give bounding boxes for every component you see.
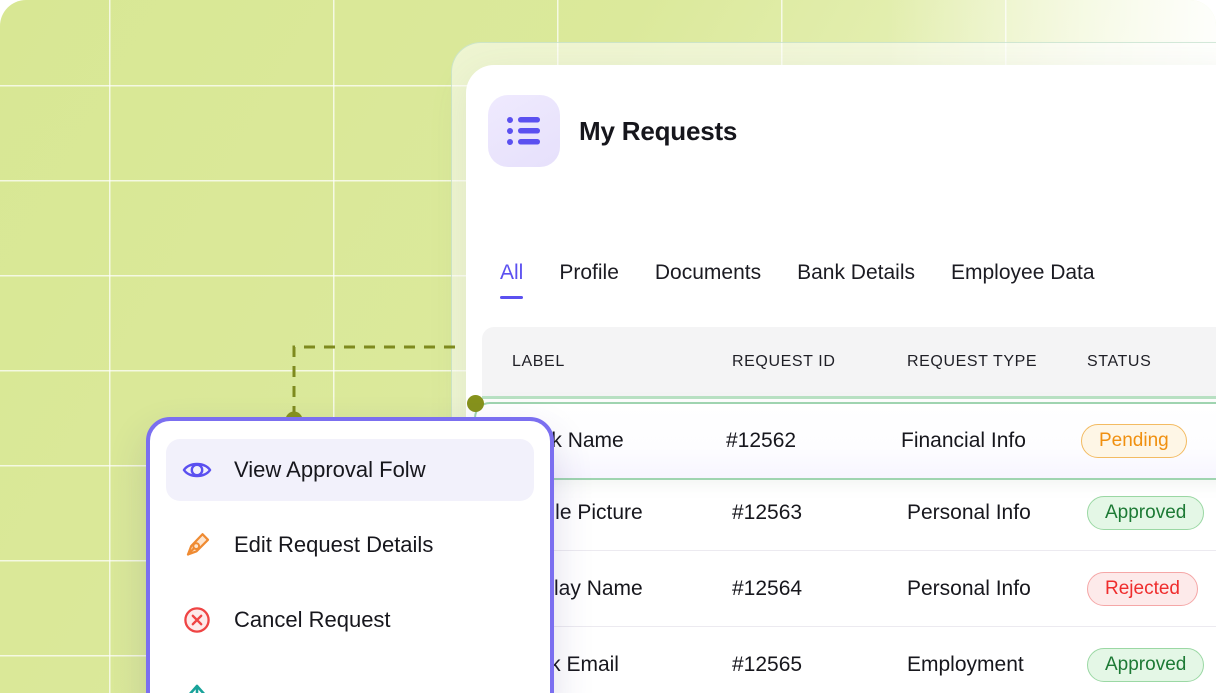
table-row[interactable]: Profile Picture #12563 Personal Info App…	[482, 475, 1216, 551]
cell-request-id: #12564	[732, 576, 803, 600]
cell-request-id: #12562	[726, 429, 797, 452]
tab-bar: All Profile Documents Bank Details Emplo…	[482, 261, 1113, 299]
menu-item-label: View Approval Folw	[234, 457, 426, 482]
menu-item-share[interactable]	[166, 664, 534, 693]
row-context-menu[interactable]: View Approval Folw Edit Request Details …	[146, 417, 554, 693]
card-header: My Requests	[488, 95, 737, 167]
menu-item-view-approval-flow[interactable]: View Approval Folw	[166, 439, 534, 501]
cancel-circle-icon	[182, 605, 212, 635]
tab-documents[interactable]: Documents	[637, 261, 779, 299]
cell-request-type: Personal Info	[907, 576, 1031, 600]
list-icon	[488, 95, 560, 167]
cell-request-id: #12563	[732, 500, 803, 524]
column-header-status: STATUS	[1087, 352, 1152, 370]
requests-table: LABEL REQUEST ID REQUEST TYPE STATUS Pro…	[467, 327, 1216, 693]
eye-icon	[182, 455, 212, 485]
table-header-row: LABEL REQUEST ID REQUEST TYPE STATUS	[482, 327, 1216, 399]
cell-request-id: #12565	[732, 652, 803, 676]
cell-status: Approved	[1087, 495, 1216, 530]
cell-request-type: Financial Info	[901, 429, 1026, 452]
status-badge: Pending	[1081, 424, 1187, 458]
tab-profile[interactable]: Profile	[541, 261, 637, 299]
status-badge: Approved	[1087, 647, 1205, 682]
cell-status: Approved	[1087, 647, 1216, 682]
tab-all[interactable]: All	[482, 261, 541, 299]
table-row[interactable]: Display Name #12564 Personal Info Reject…	[482, 551, 1216, 627]
cell-status: Pending	[1081, 424, 1216, 458]
screenshot-stage: My Requests All Profile Documents Bank D…	[0, 0, 1216, 693]
status-badge: Approved	[1087, 495, 1205, 530]
menu-item-cancel-request[interactable]: Cancel Request	[166, 589, 534, 651]
menu-item-label: Edit Request Details	[234, 532, 434, 557]
status-badge: Rejected	[1087, 571, 1198, 606]
tab-bank-details[interactable]: Bank Details	[779, 261, 933, 299]
tab-employee-data[interactable]: Employee Data	[933, 261, 1113, 299]
cell-request-type: Employment	[907, 652, 1024, 676]
page-title: My Requests	[579, 115, 738, 146]
menu-item-label: Cancel Request	[234, 607, 391, 632]
menu-item-edit-request-details[interactable]: Edit Request Details	[166, 514, 534, 576]
column-header-request-id: REQUEST ID	[732, 352, 836, 370]
my-requests-card: My Requests All Profile Documents Bank D…	[466, 65, 1216, 693]
table-row-selected[interactable]: Bank Name #12562 Financial Info Pending	[467, 395, 1216, 480]
cell-status: Rejected	[1087, 571, 1216, 606]
pen-nib-icon	[182, 530, 212, 560]
column-header-request-type: REQUEST TYPE	[907, 352, 1038, 370]
annotation-anchor-dot	[467, 395, 484, 412]
cell-request-type: Personal Info	[907, 500, 1031, 524]
column-header-label: LABEL	[512, 352, 565, 370]
table-row[interactable]: Work Email #12565 Employment Approved	[482, 627, 1216, 693]
share-icon	[182, 680, 212, 693]
